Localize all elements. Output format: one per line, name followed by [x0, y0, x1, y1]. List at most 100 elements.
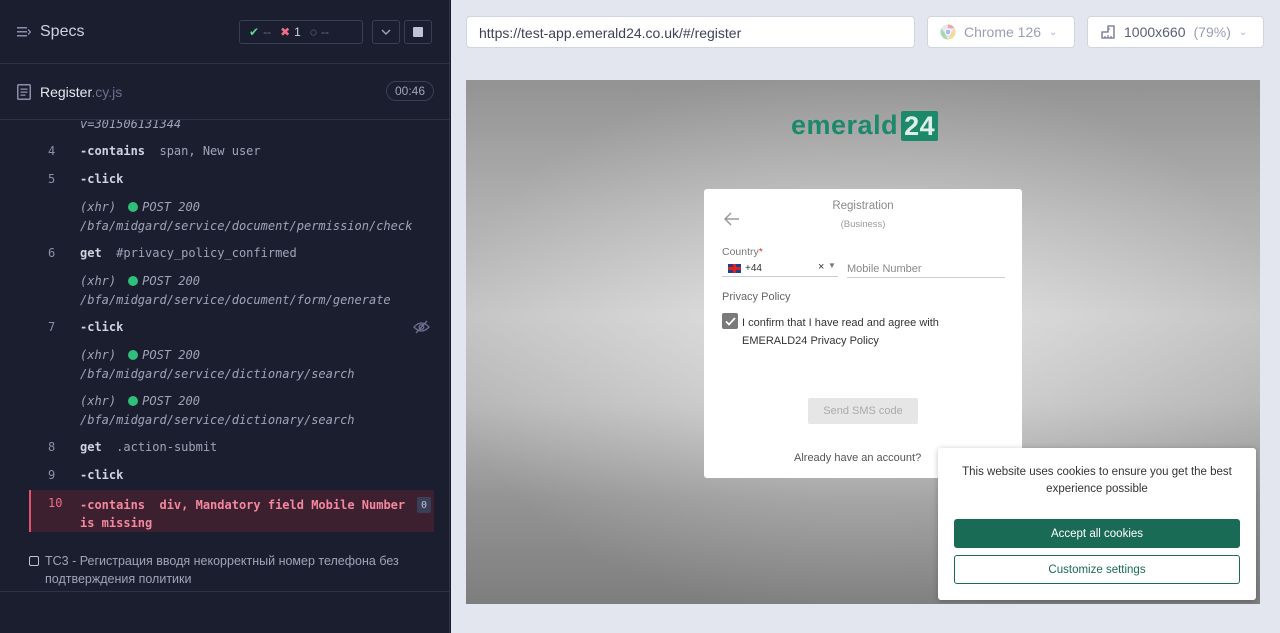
- xhr-method: POST 200: [142, 274, 200, 288]
- check-icon: ✔: [249, 25, 260, 39]
- xhr-method: POST 200: [142, 394, 200, 408]
- command-row[interactable]: 7 -click: [0, 320, 434, 340]
- status-dot-icon: [128, 350, 139, 360]
- test-title: TC3 - Регистрация вводя некорректный ном…: [45, 554, 399, 586]
- registration-title: Registration: [832, 200, 894, 212]
- command-keyword: get: [80, 246, 102, 260]
- xhr-path: /bfa/midgard/service/dictionary/search: [80, 413, 355, 427]
- emerald24-logo: emerald 24: [791, 110, 939, 141]
- app-viewport: emerald 24 Registration (Business) Countr…: [466, 80, 1260, 604]
- url-bar[interactable]: https://test-app.emerald24.co.uk/#/regis…: [466, 16, 915, 48]
- privacy-policy-checkbox[interactable]: [722, 313, 738, 329]
- viewport-selector[interactable]: 1000x660 (79%) ⌄: [1087, 16, 1264, 48]
- xhr-entry: (xhr) POST 200 /bfa/midgard/service/docum…: [80, 272, 391, 310]
- command-log: v=301506131344 4 -contains span, New use…: [0, 120, 449, 540]
- status-dot-icon: [128, 276, 139, 286]
- test-item-tc3[interactable]: TC3 - Регистрация вводя некорректный ном…: [0, 547, 449, 592]
- browser-selector[interactable]: Chrome 126 ⌄: [927, 16, 1075, 48]
- cookie-message: This website uses cookies to ensure you …: [962, 466, 1232, 495]
- xhr-label: (xhr): [80, 274, 117, 288]
- expand-button[interactable]: [372, 20, 400, 44]
- xhr-row[interactable]: (xhr) POST 200 /bfa/midgard/service/docum…: [0, 198, 434, 236]
- passed-count: --: [263, 25, 272, 39]
- passed-stat: ✔ --: [240, 25, 271, 39]
- chevron-down-icon: ⌄: [1049, 26, 1058, 38]
- mobile-number-input[interactable]: [847, 260, 1005, 278]
- xhr-label: (xhr): [80, 348, 117, 362]
- ruler-icon: [1101, 25, 1115, 39]
- customize-settings-button[interactable]: Customize settings: [954, 555, 1240, 584]
- command-row[interactable]: 6 get #privacy_policy_confirmed: [0, 246, 434, 266]
- specs-list-icon[interactable]: [17, 25, 31, 39]
- send-sms-button[interactable]: Send SMS code: [808, 398, 918, 424]
- accept-cookies-button[interactable]: Accept all cookies: [954, 519, 1240, 548]
- xhr-path: /bfa/midgard/service/dictionary/search: [80, 367, 355, 381]
- command-row[interactable]: 4 -contains span, New user: [0, 144, 434, 164]
- spec-file-basename: Register: [40, 84, 92, 100]
- country-select[interactable]: +44 × ▼: [722, 260, 838, 277]
- xhr-row[interactable]: (xhr) POST 200 /bfa/midgard/service/dicti…: [0, 392, 434, 430]
- cookie-banner: This website uses cookies to ensure you …: [938, 448, 1256, 600]
- chrome-icon: [940, 24, 956, 40]
- spec-file-name[interactable]: Register.cy.js: [40, 84, 122, 100]
- command-number: 6: [48, 246, 56, 260]
- command-row[interactable]: 8 get .action-submit: [0, 440, 434, 460]
- command-number: 5: [48, 172, 56, 186]
- command-number: 4: [48, 144, 56, 158]
- duration-badge: 00:46: [386, 81, 434, 101]
- stop-icon: [413, 27, 423, 37]
- aut-panel: https://test-app.emerald24.co.uk/#/regis…: [451, 0, 1280, 633]
- test-stats: ✔ -- ✖ 1 ◌ --: [239, 20, 363, 44]
- command-row[interactable]: 5 -click: [0, 172, 434, 192]
- xhr-entry: (xhr) POST 200 /bfa/midgard/service/docum…: [80, 198, 412, 236]
- xhr-row[interactable]: (xhr) POST 200 /bfa/midgard/service/dicti…: [0, 346, 434, 384]
- xhr-entry: (xhr) POST 200 /bfa/midgard/service/dicti…: [80, 346, 355, 384]
- command-number: 10: [48, 496, 63, 510]
- command-row[interactable]: 9 -click: [0, 468, 434, 488]
- command-number: 8: [48, 440, 56, 454]
- command-number: 7: [48, 320, 56, 334]
- cross-icon: ✖: [280, 25, 291, 39]
- stop-button[interactable]: [404, 20, 432, 44]
- clear-icon[interactable]: ×: [818, 261, 824, 273]
- browser-name: Chrome 126: [964, 24, 1042, 40]
- command-arg: .action-submit: [116, 440, 218, 454]
- viewport-zoom: (79%): [1193, 24, 1231, 40]
- pending-count: --: [320, 25, 329, 39]
- xhr-method: POST 200: [142, 200, 200, 214]
- pending-stat: ◌ --: [301, 25, 329, 39]
- country-label-text: Country: [722, 246, 759, 258]
- xhr-row[interactable]: (xhr) POST 200 /bfa/midgard/service/docum…: [0, 272, 434, 310]
- command-name: -click: [80, 468, 124, 482]
- registration-card: Registration (Business) Country* +44 × ▼…: [704, 189, 1022, 478]
- pending-icon: ◌: [309, 25, 317, 39]
- specs-title[interactable]: Specs: [40, 23, 84, 41]
- login-link[interactable]: Already have an account?: [794, 452, 921, 464]
- command-arg: span, New user: [159, 144, 261, 158]
- xhr-method: POST 200: [142, 348, 200, 362]
- caret-down-icon[interactable]: ▼: [828, 261, 836, 270]
- spec-file-extension: .cy.js: [91, 84, 123, 100]
- status-dot-icon: [128, 396, 139, 406]
- checkmark-icon: [724, 316, 736, 326]
- failed-stat: ✖ 1: [271, 25, 301, 39]
- spec-file-bar: Register.cy.js: [0, 65, 449, 120]
- xhr-path: /bfa/midgard/service/document/form/gener…: [80, 293, 391, 307]
- eye-slash-icon[interactable]: [413, 320, 430, 334]
- document-icon: [17, 84, 31, 100]
- logo-number: 24: [901, 110, 939, 141]
- runner-panel: Specs ✔ -- ✖ 1 ◌ -- Register.cy.js 00:46…: [0, 0, 450, 633]
- privacy-policy-label: Privacy Policy: [722, 291, 791, 303]
- uk-flag-icon: [728, 263, 741, 273]
- command-arg: #privacy_policy_confirmed: [116, 246, 297, 260]
- chevron-down-icon: [381, 29, 391, 35]
- country-label: Country*: [722, 246, 763, 258]
- command-name: -contains div, Mandatory field Mobile Nu…: [80, 496, 410, 532]
- failed-command-row[interactable]: 10 -contains div, Mandatory field Mobile…: [29, 490, 434, 532]
- required-marker: *: [758, 246, 763, 258]
- pending-test-icon: [29, 556, 39, 566]
- command-name: -click: [80, 320, 124, 334]
- privacy-policy-text[interactable]: I confirm that I have read and agree wit…: [742, 314, 1002, 350]
- status-dot-icon: [128, 202, 139, 212]
- specs-header: Specs ✔ -- ✖ 1 ◌ --: [0, 0, 449, 64]
